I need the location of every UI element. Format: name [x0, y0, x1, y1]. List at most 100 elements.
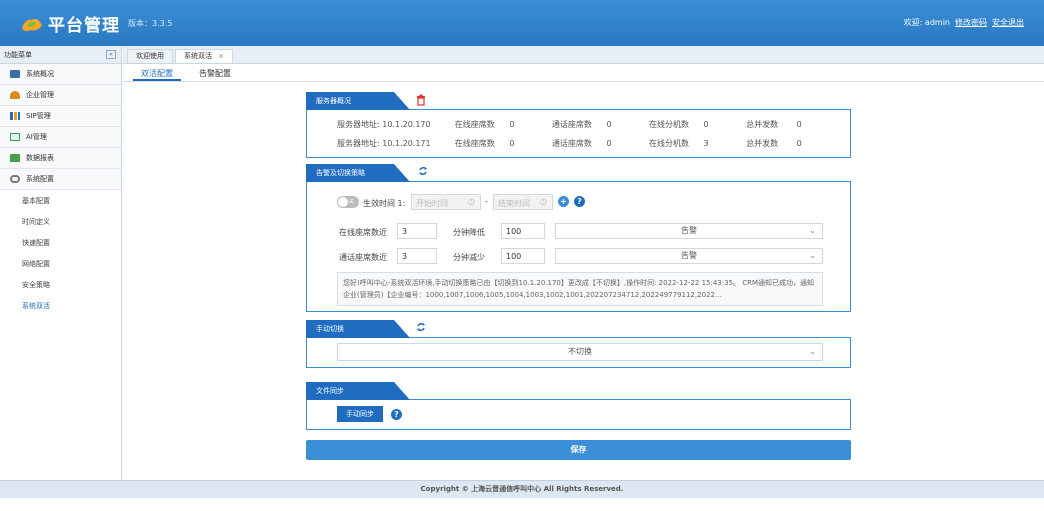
sidebar-item-ai[interactable]: AI管理	[0, 127, 121, 148]
help-icon[interactable]: ?	[574, 196, 585, 207]
app-version: 版本：3.3.5	[128, 19, 173, 28]
top-header: 平台管理 版本：3.3.5 欢迎: admin 修改密码 安全退出	[0, 0, 1044, 46]
sidebar-subitem-network[interactable]: 网络配置	[0, 253, 121, 274]
section-title: 告警及切换策略	[306, 164, 410, 182]
server-section-header: 服务器概况	[306, 92, 851, 110]
manual-section-header: 手动切换	[306, 320, 851, 338]
online-threshold-input[interactable]: 100	[501, 223, 545, 239]
save-button[interactable]: 保存	[306, 440, 851, 460]
chevron-down-icon: ⌄	[809, 226, 816, 235]
online-action-select[interactable]: 告警 ⌄	[555, 223, 823, 239]
toggle-text: 关	[349, 199, 355, 205]
effective-time-label: 生效时间 1:	[363, 199, 406, 208]
placeholder: 结束时间	[498, 199, 530, 208]
talking-minutes-input[interactable]: 3	[397, 248, 437, 264]
sidebar-subitem-quick[interactable]: 快速配置	[0, 232, 121, 253]
online-agents-label: 在线座席数近	[339, 228, 387, 237]
label: 在线分机数	[648, 139, 689, 148]
user-icon	[10, 91, 20, 99]
sidebar-header: 功能菜单 «	[0, 46, 121, 64]
sidebar-title: 功能菜单	[4, 50, 32, 59]
sidebar-subitem-security[interactable]: 安全策略	[0, 274, 121, 295]
sidebar-subitem-time[interactable]: 时间定义	[0, 211, 121, 232]
talking-threshold-input[interactable]: 100	[501, 248, 545, 264]
sidebar-item-system-config[interactable]: 系统配置	[0, 169, 121, 190]
tab-bar: 欢迎使用 系统双活 ×	[123, 46, 1044, 64]
select-value: 不切换	[568, 347, 592, 356]
select-value: 告警	[681, 251, 697, 260]
server-row: 服务器地址: 10.1.20.170 在线座席数 0 通话座席数 0 在线分机数…	[337, 119, 802, 130]
sidebar-item-label: 系统概况	[26, 70, 54, 78]
monitor-icon	[10, 70, 20, 78]
notification-message: 您好!呼叫中心-系统双活环境,手动切换策略已由【切换到10.1.20.170】更…	[337, 272, 823, 306]
filesync-panel: 手动同步 ?	[306, 400, 851, 430]
label: 在线座席数	[454, 139, 495, 148]
chevron-down-icon: ⌄	[809, 347, 816, 356]
talking-agents: 0	[606, 120, 612, 129]
sidebar-item-overview[interactable]: 系统概况	[0, 64, 121, 85]
online-minutes-input[interactable]: 3	[397, 223, 437, 239]
dash: -	[485, 197, 488, 206]
online-agents: 0	[509, 120, 515, 129]
online-extensions: 3	[703, 139, 709, 148]
label: 服务器地址:	[337, 139, 380, 148]
server-row: 服务器地址: 10.1.20.171 在线座席数 0 通话座席数 0 在线分机数…	[337, 138, 802, 149]
subtab-alarm-config[interactable]: 告警配置	[191, 64, 239, 81]
manual-panel: 不切换 ⌄	[306, 338, 851, 368]
sidebar-item-sip[interactable]: SIP管理	[0, 106, 121, 127]
start-time-input[interactable]: 开始时间 ◷	[411, 194, 481, 210]
tab-dual-active[interactable]: 系统双活 ×	[175, 49, 234, 63]
alarm-section-header: 告警及切换策略	[306, 164, 851, 182]
server-panel: 服务器地址: 10.1.20.170 在线座席数 0 通话座席数 0 在线分机数…	[306, 110, 851, 158]
close-icon[interactable]: ×	[218, 52, 224, 60]
total-concurrency: 0	[796, 120, 802, 129]
manual-sync-button[interactable]: 手动同步	[337, 406, 383, 422]
label: 服务器地址:	[337, 120, 380, 129]
sidebar-subitem-dual-active[interactable]: 系统双活	[0, 295, 121, 316]
refresh-icon[interactable]	[418, 166, 428, 176]
label: 在线座席数	[454, 120, 495, 129]
footer: Copyright © 上海云晋通信呼叫中心 All Rights Reserv…	[0, 480, 1044, 498]
tab-label: 系统双活	[184, 52, 212, 60]
select-value: 告警	[681, 226, 697, 235]
online-agents: 0	[509, 139, 515, 148]
sidebar-item-label: 企业管理	[26, 91, 54, 99]
tab-label: 欢迎使用	[136, 52, 164, 60]
manual-switch-select[interactable]: 不切换 ⌄	[337, 343, 823, 361]
section-title: 服务器概况	[306, 92, 410, 110]
change-password-link[interactable]: 修改密码	[955, 17, 987, 28]
collapse-icon[interactable]: «	[106, 50, 116, 59]
gear-icon	[10, 175, 20, 183]
sidebar-item-label: 数据报表	[26, 154, 54, 162]
talking-agents-label: 通话座席数近	[339, 253, 387, 262]
sidebar: 功能菜单 « 系统概况 企业管理 SIP管理 AI管理 数据报表 系统配置 基本…	[0, 46, 122, 480]
add-icon[interactable]: +	[558, 196, 569, 207]
label: 总并发数	[746, 120, 779, 129]
toggle-knob	[338, 197, 348, 207]
sidebar-item-label: 系统配置	[26, 175, 54, 183]
label: 总并发数	[746, 139, 779, 148]
sidebar-item-label: SIP管理	[26, 112, 51, 120]
trash-icon[interactable]	[416, 94, 426, 106]
section-title: 文件同步	[306, 382, 410, 400]
effective-time-toggle[interactable]: 关	[337, 196, 359, 208]
logo: 平台管理 版本：3.3.5	[20, 11, 172, 36]
filesync-section-header: 文件同步	[306, 382, 851, 400]
sidebar-item-enterprise[interactable]: 企业管理	[0, 85, 121, 106]
sidebar-item-reports[interactable]: 数据报表	[0, 148, 121, 169]
refresh-icon[interactable]	[416, 322, 426, 332]
logout-link[interactable]: 安全退出	[992, 17, 1024, 28]
sidebar-subitem-basic[interactable]: 基本配置	[0, 190, 121, 211]
section-title: 手动切换	[306, 320, 410, 338]
subtab-dual-config[interactable]: 双活配置	[133, 64, 181, 81]
help-icon[interactable]: ?	[391, 409, 402, 420]
server-address: 10.1.20.171	[382, 139, 431, 148]
welcome-text: 欢迎: admin	[903, 18, 950, 27]
alarm-panel: 关 生效时间 1: 开始时间 ◷ - 结束时间 ◷ + ? 在线座席数近 3 分…	[306, 182, 851, 312]
talking-action-select[interactable]: 告警 ⌄	[555, 248, 823, 264]
app-title: 平台管理	[48, 16, 120, 36]
logo-icon	[22, 18, 42, 31]
end-time-input[interactable]: 结束时间 ◷	[493, 194, 553, 210]
tab-welcome[interactable]: 欢迎使用	[127, 49, 173, 63]
label: 在线分机数	[648, 120, 689, 129]
